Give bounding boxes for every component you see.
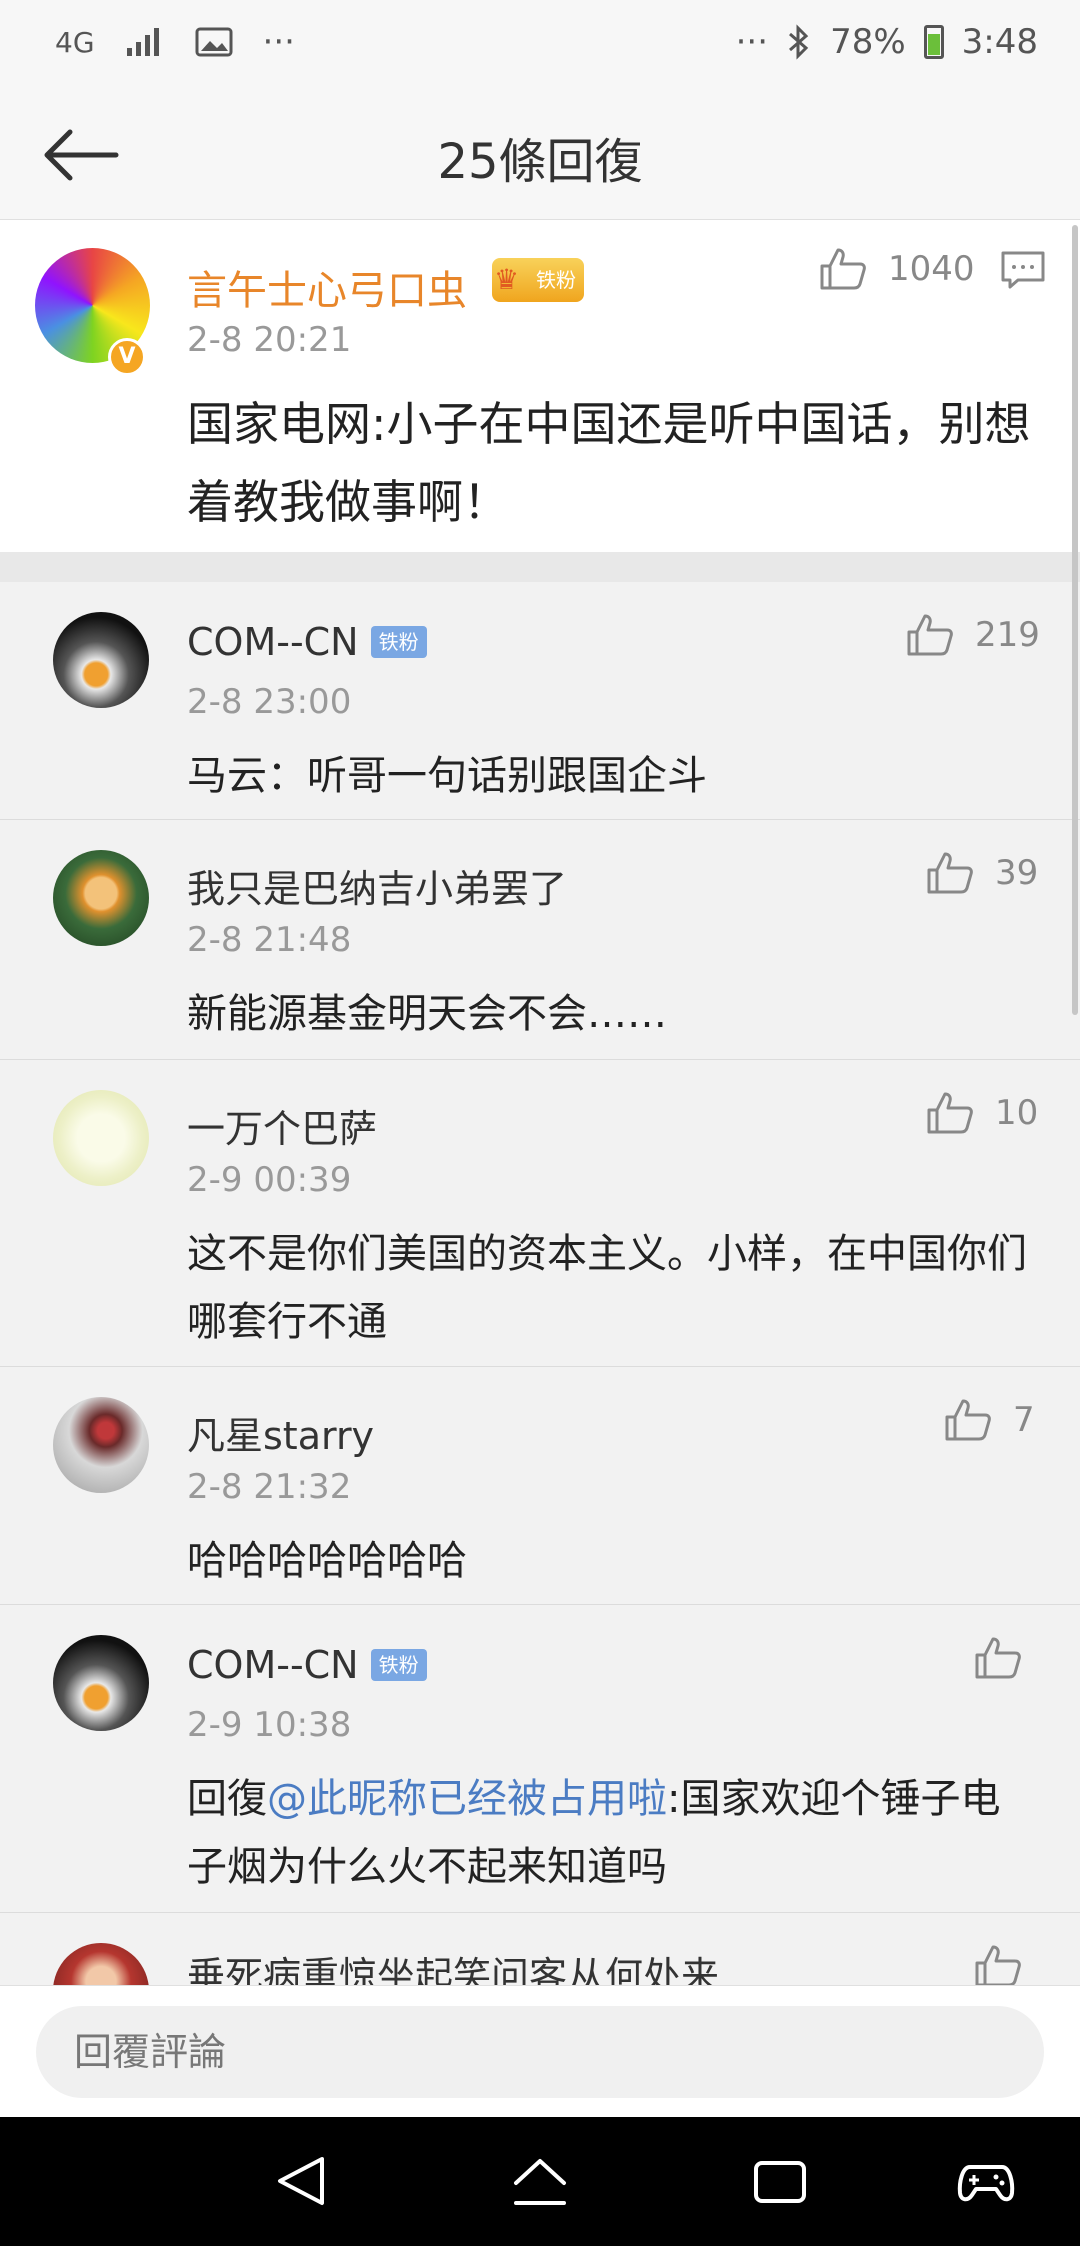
reply-author-row: COM--CN 铁粉 — [187, 1643, 427, 1687]
comment-author[interactable]: 言午士心弓口虫 — [187, 258, 467, 316]
reply-item[interactable]: 一万个巴萨 10 2-9 00:39 这不是你们美国的资本主义。小样，在中国你们… — [0, 1060, 1080, 1367]
title-bar: 25條回復 — [0, 90, 1080, 220]
like-count: 7 — [1013, 1400, 1035, 1440]
page-title: 25條回復 — [437, 134, 643, 190]
like-count: 10 — [995, 1093, 1039, 1133]
comment-text: 国家电网:小子在中国还是听中国话，别想着教我做事啊！ — [187, 397, 1031, 529]
avatar[interactable] — [53, 1090, 149, 1186]
avatar[interactable] — [53, 850, 149, 946]
system-nav-bar — [0, 2117, 1080, 2246]
mention-link[interactable]: @此昵称已经被占用啦 — [267, 1776, 667, 1822]
nav-back-icon[interactable] — [272, 2153, 332, 2209]
like-button[interactable]: 219 — [905, 612, 1040, 658]
clock: 3:48 — [961, 22, 1038, 62]
nav-home-icon[interactable] — [510, 2153, 570, 2209]
reply-author[interactable]: 凡星starry — [187, 1405, 374, 1460]
battery-icon — [923, 25, 944, 59]
like-count: 1040 — [888, 249, 975, 289]
status-overflow-right: ··· — [735, 22, 769, 62]
reply-text: 哈哈哈哈哈哈哈 — [187, 1538, 467, 1584]
section-divider — [0, 552, 1080, 582]
reply-author-row: 我只是巴纳吉小弟罢了 — [187, 858, 567, 913]
nav-recents-icon[interactable] — [750, 2153, 810, 2209]
reply-time: 2-8 21:32 — [187, 1467, 352, 1507]
fan-badge: 铁粉 — [370, 626, 427, 658]
crown-fan-badge: ♛ 铁粉 — [492, 258, 584, 302]
reply-time: 2-9 10:38 — [187, 1705, 352, 1745]
reply-author[interactable]: 一万个巴萨 — [187, 1098, 377, 1153]
reply-item[interactable]: 凡星starry 7 2-8 21:32 哈哈哈哈哈哈哈 — [0, 1367, 1080, 1605]
like-button[interactable] — [973, 1943, 1023, 1985]
reply-item[interactable]: 垂死病重惊坐起笑问客从何处来 — [0, 1913, 1080, 1985]
reply-author[interactable]: 垂死病重惊坐起笑问客从何处来 — [187, 1945, 719, 1985]
reply-text: 新能源基金明天会不会…… — [187, 991, 667, 1037]
like-count: 219 — [975, 615, 1040, 655]
fan-badge-label: 铁粉 — [536, 268, 576, 292]
like-button[interactable]: 1040 — [818, 246, 975, 292]
like-button[interactable] — [973, 1635, 1023, 1681]
reply-author[interactable]: COM--CN — [187, 620, 359, 664]
reply-item[interactable]: 我只是巴纳吉小弟罢了 39 2-8 21:48 新能源基金明天会不会…… — [0, 820, 1080, 1060]
game-controller-icon[interactable] — [956, 2153, 1016, 2209]
reply-author-row: 凡星starry — [187, 1405, 374, 1460]
avatar[interactable] — [53, 612, 149, 708]
comment-icon[interactable] — [1000, 250, 1046, 290]
thumbs-up-icon — [975, 1637, 1021, 1679]
verified-badge: V — [108, 338, 146, 376]
avatar[interactable] — [53, 1635, 149, 1731]
reply-prefix: 回復 — [187, 1776, 267, 1822]
reply-item[interactable]: COM--CN 铁粉 219 2-8 23:00 马云：听哥一句话别跟国企斗 — [0, 582, 1080, 820]
main-comment: V 言午士心弓口虫 ♛ 铁粉 1040 2-8 20:21 国家电网:小子在中国… — [0, 220, 1080, 552]
thumbs-up-icon — [820, 248, 866, 290]
reply-author[interactable]: COM--CN — [187, 1643, 359, 1687]
fan-badge: 铁粉 — [370, 1649, 427, 1681]
signal-icon — [126, 28, 159, 56]
comment-time: 2-8 20:21 — [187, 320, 352, 360]
thumbs-up-icon — [907, 614, 953, 656]
avatar[interactable] — [53, 1397, 149, 1493]
avatar[interactable] — [53, 1943, 149, 1985]
status-overflow-left: ··· — [262, 22, 295, 62]
reply-item[interactable]: COM--CN 铁粉 2-9 10:38 回復@此昵称已经被占用啦:国家欢迎个锤… — [0, 1605, 1080, 1913]
reply-author[interactable]: 我只是巴纳吉小弟罢了 — [187, 858, 567, 913]
thumbs-up-icon — [975, 1945, 1021, 1985]
thumbs-up-icon — [927, 852, 973, 894]
reply-time: 2-8 23:00 — [187, 682, 352, 722]
reply-text: 马云：听哥一句话别跟国企斗 — [187, 753, 707, 799]
like-button[interactable]: 7 — [943, 1397, 1035, 1443]
like-button[interactable]: 10 — [925, 1090, 1038, 1136]
reply-author-row: 垂死病重惊坐起笑问客从何处来 — [187, 1945, 719, 1985]
thumbs-up-icon — [945, 1399, 991, 1441]
gallery-icon — [195, 27, 233, 57]
reply-author-row: 一万个巴萨 — [187, 1098, 377, 1153]
network-indicator: 4G — [55, 25, 95, 59]
reply-text: 这不是你们美国的资本主义。小样，在中国你们哪套行不通 — [187, 1231, 1027, 1345]
like-count: 39 — [995, 853, 1039, 893]
like-button[interactable]: 39 — [925, 850, 1038, 896]
reply-text: 回復@此昵称已经被占用啦:国家欢迎个锤子电子烟为什么火不起来知道吗 — [187, 1765, 1037, 1901]
reply-time: 2-8 21:48 — [187, 920, 352, 960]
crown-icon: ♛ — [494, 263, 520, 296]
status-bar: 4G ··· ··· 78% 3:48 — [0, 0, 1080, 90]
reply-input[interactable]: 回覆評論 — [36, 2006, 1044, 2098]
bluetooth-icon — [789, 24, 809, 60]
reply-time: 2-9 00:39 — [187, 1160, 352, 1200]
thumbs-up-icon — [927, 1092, 973, 1134]
battery-percent: 78% — [830, 22, 906, 62]
reply-author-row: COM--CN 铁粉 — [187, 620, 427, 664]
scrollbar[interactable] — [1072, 225, 1078, 1015]
reply-input-bar: 回覆評論 — [0, 1985, 1080, 2117]
